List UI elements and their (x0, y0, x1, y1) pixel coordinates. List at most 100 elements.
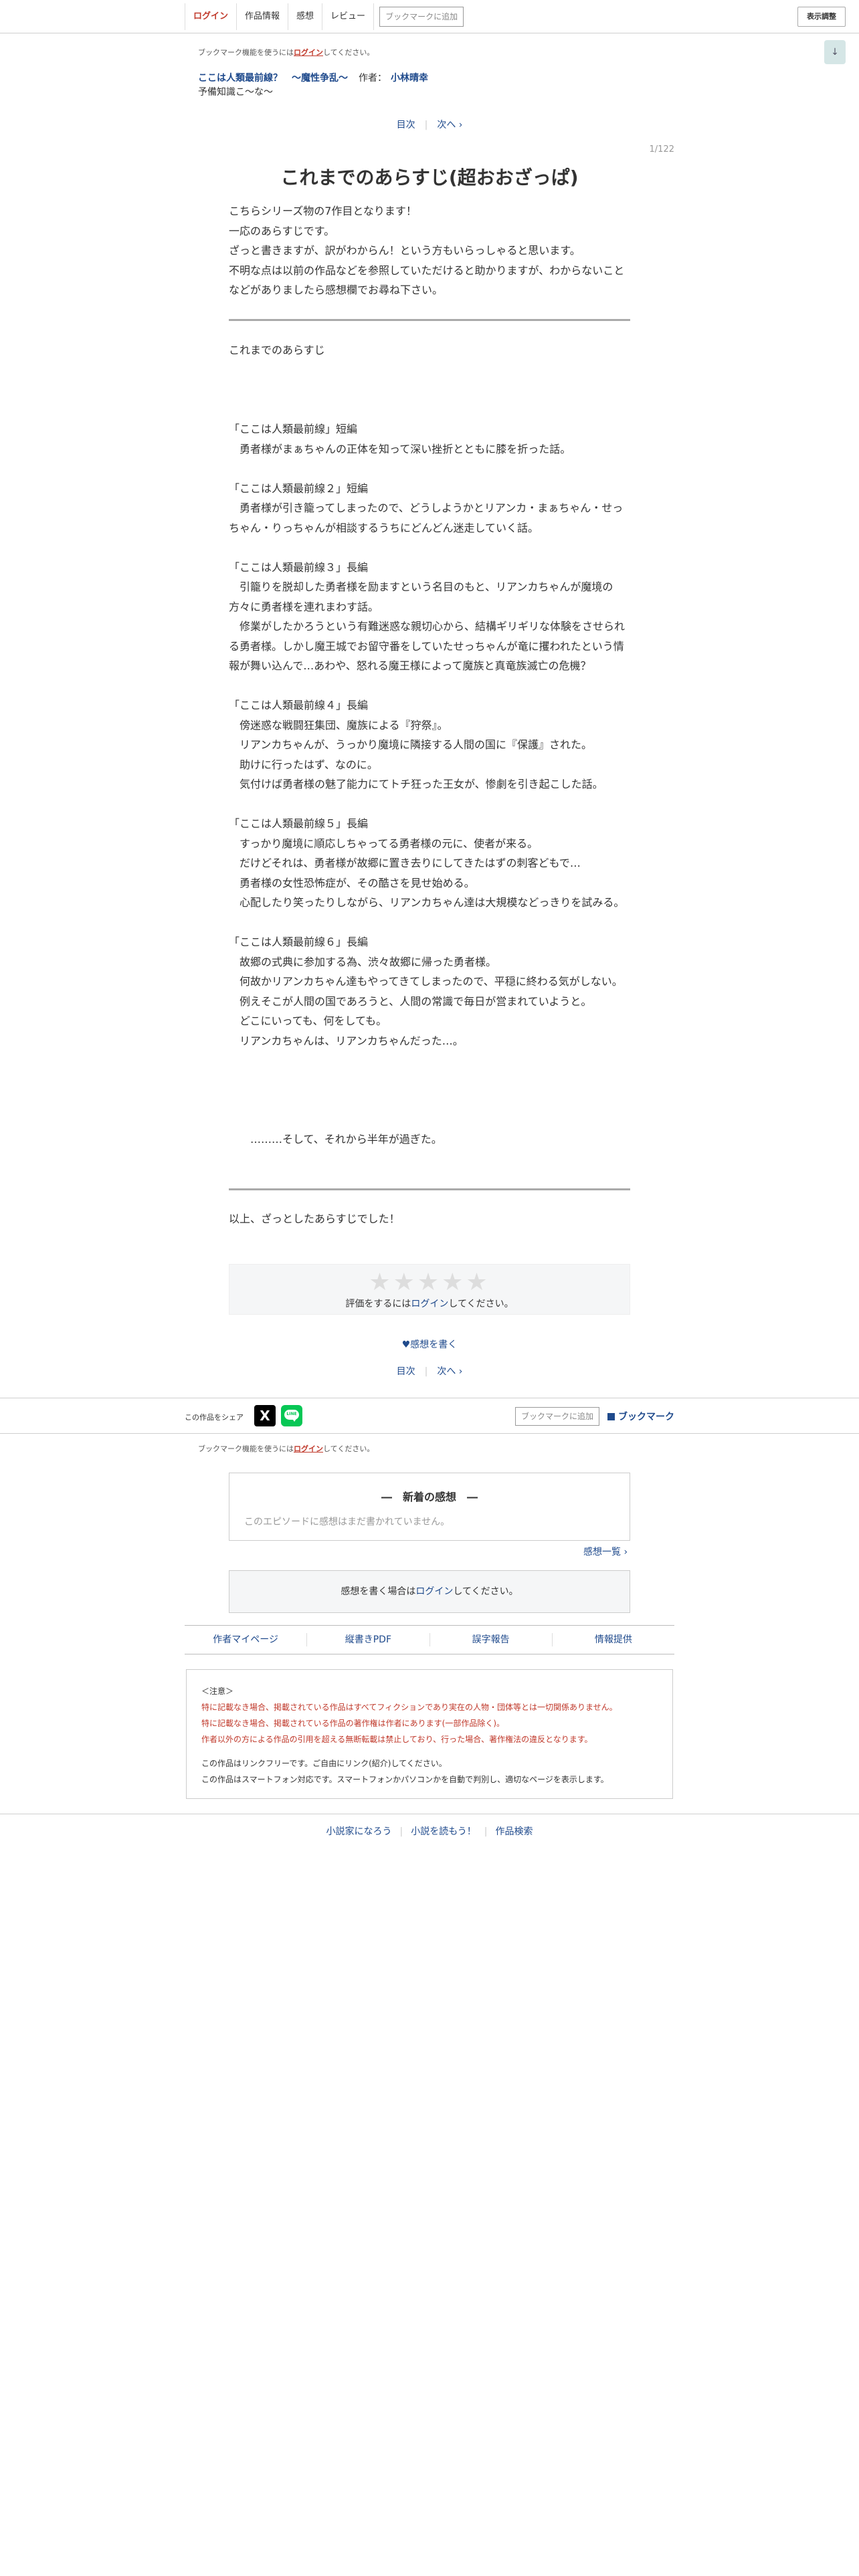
toc-link[interactable]: 目次 (387, 120, 425, 130)
notice-title: ＜注意＞ (201, 1687, 234, 1696)
body-line: ………そして、それから半年が過ぎた。 (229, 1133, 442, 1146)
notice-line: 作者以外の方による作品の引用を超える無断転載は禁止しており、行った場合、著作権法… (201, 1735, 593, 1744)
body-line: リアンカちゃんは、リアンカちゃんだった…。 (229, 1034, 464, 1047)
preface-line: こちらシリーズ物の7作目となります！ (229, 205, 417, 217)
body-line: だけどそれは、勇者様が故郷に置き去りにしてきたはずの刺客どもで… (229, 857, 581, 869)
body-line: 「ここは人類最前線２」短編 (229, 481, 369, 495)
nav-impressions[interactable]: 感想 (288, 3, 323, 30)
episode-body: これまでのあらすじ 「ここは人類最前線」短編 勇者様がまぁちゃんの正体を知って深い… (229, 340, 630, 1150)
impressions-list-link[interactable]: 感想一覧 › (583, 1545, 628, 1558)
preface-line: 不明な点は以前の作品などを参照していただけると助かりますが、わからないこと (229, 263, 625, 277)
rating-stars[interactable]: ★★★★★ (229, 1269, 630, 1296)
body-line: 報が舞い込んで…あわや、怒れる魔王様によって魔族と真竜族滅亡の危機？ (229, 659, 591, 672)
body-line: これまでのあらすじ (229, 344, 325, 356)
author-link[interactable]: 小林晴幸 (391, 73, 428, 84)
bookmark-add-button[interactable]: ブックマークに追加 (379, 7, 464, 27)
body-line: すっかり魔境に順応しちゃってる勇者様の元に、使者が来る。 (229, 837, 539, 850)
body-line: 勇者様が引き籠ってしまったので、どうしようかとリアンカ・まぁちゃん・せっ (229, 502, 624, 514)
body-line: ちゃん・りっちゃんが相談するうちにどんどん迷走していく話。 (229, 521, 539, 534)
impression-login-box: 感想を書く場合はログインしてください。 (229, 1570, 630, 1613)
top-header: ログイン 作品情報 感想 レビュー ブックマークに追加 表示調整 (0, 0, 859, 33)
bookmark-icon (607, 1413, 615, 1420)
divider (229, 319, 630, 321)
body-line (229, 380, 630, 400)
body-line: 例えそこが人間の国であろうと、人間の常識で毎日が営まれていようと。 (229, 994, 592, 1008)
afterword: 以上、ざっとしたあらすじでした！ (229, 1209, 630, 1229)
author-mypage-link[interactable]: 作者マイページ (185, 1633, 308, 1646)
body-line: 故郷の式典に参加する為、渋々故郷に帰った勇者様。 (229, 955, 497, 968)
write-impression-link[interactable]: ♥感想を書く (0, 1337, 859, 1351)
body-line: 気付けば勇者様の魅了能力にてトチ狂った王女が、惨劇を引き起こした話。 (229, 778, 603, 790)
page-counter: 1/122 (649, 144, 674, 154)
typo-report-link[interactable]: 誤字報告 (430, 1633, 553, 1646)
body-line (229, 676, 630, 696)
body-line: る勇者様。しかし魔王城でお留守番をしていたせっちゃんが竜に攫われたという情 (229, 639, 624, 653)
pager-bottom: 目次 | 次へ › (0, 1364, 859, 1378)
yomou-link[interactable]: 小説を読もう！ (403, 1826, 484, 1837)
impression-login-link[interactable]: ログイン (415, 1586, 453, 1597)
body-line (229, 400, 630, 420)
scroll-down-icon[interactable]: ↓ (824, 40, 846, 64)
pager-top: 目次 | 次へ › (0, 118, 859, 131)
series-info: ここは人類最前線？ ～魔性争乱～ 作者： 小林晴幸 (198, 71, 428, 84)
body-line: リアンカちゃんが、うっかり魔境に隣接する人間の国に『保護』された。 (229, 738, 593, 751)
rating-login-link[interactable]: ログイン (411, 1299, 448, 1309)
login-link[interactable]: ログイン (185, 3, 237, 30)
body-line: 方々に勇者様を連れまわす話。 (229, 600, 379, 613)
body-line: 引籠りを脱却した勇者様を励ますという名目のもと、リアンカちゃんが魔境の (229, 580, 613, 593)
body-line (229, 1071, 630, 1091)
preface-line: ざっと書きますが、訳がわからん！という方もいらっしゃると思います。 (229, 244, 581, 257)
syosetu-link[interactable]: 小説家になろう (318, 1826, 399, 1837)
body-line: 心配したり笑ったりしながら、リアンカちゃん達は大規模などっきりを試みる。 (229, 896, 625, 909)
site-links: 小説家になろう | 小説を読もう！ | 作品検索 (0, 1824, 859, 1838)
preface: こちらシリーズ物の7作目となります！ 一応のあらすじです。 ざっと書きますが、訳… (229, 201, 630, 300)
notice-line: 特に記載なき場合、掲載されている作品はすべてフィクションであり実在の人物・団体等… (201, 1703, 617, 1712)
series-title-link[interactable]: ここは人類最前線？ ～魔性争乱～ (198, 73, 348, 84)
nav-work-info[interactable]: 作品情報 (237, 3, 289, 30)
preface-line: などがありましたら感想欄でお尋ね下さい。 (229, 284, 444, 296)
rating-box: ★★★★★ 評価をするにはログインしてください。 (229, 1264, 630, 1315)
body-line: 「ここは人類最前線」短編 (229, 423, 358, 435)
next-link[interactable]: 次へ › (427, 1366, 472, 1377)
share-label: この作品をシェア (185, 1413, 244, 1422)
share-bar: この作品をシェア X LINE ブックマークに追加 ブックマーク (0, 1398, 859, 1434)
preface-line: 一応のあらすじです。 (229, 224, 335, 237)
chapter-subtitle: 予備知識こ～な～ (198, 87, 273, 98)
body-line: どこにいっても、何をしても。 (229, 1014, 387, 1027)
vertical-pdf-link[interactable]: 縦書きPDF (307, 1633, 430, 1646)
info-report-link[interactable]: 情報提供 (553, 1633, 674, 1646)
body-line (229, 459, 630, 479)
author-label: 作者： (359, 73, 387, 84)
bookmark-note-login-link[interactable]: ログイン (294, 48, 323, 57)
body-line: 「ここは人類最前線３」長編 (229, 560, 369, 574)
body-line: 修業がしたかろうという有難迷惑な親切心から、結構ギリギリな体験をさせられ (229, 620, 626, 633)
afterword-line: 以上、ざっとしたあらすじでした！ (229, 1212, 400, 1225)
bookmark-note-login-link[interactable]: ログイン (294, 1444, 323, 1453)
episode-title: これまでのあらすじ(超おおざっぱ) (280, 167, 579, 189)
notice-box: ＜注意＞ 特に記載なき場合、掲載されている作品はすべてフィクションであり実在の人… (186, 1669, 673, 1799)
rating-login-note: 評価をするにはログインしてください。 (345, 1299, 514, 1309)
display-settings-button[interactable]: 表示調整 (797, 7, 846, 27)
latest-impressions-title: ― 新着の感想 ― (381, 1491, 478, 1503)
next-link[interactable]: 次へ › (427, 120, 472, 130)
body-line: 傍迷惑な戦闘狂集団、魔族による『狩祭』。 (229, 718, 448, 732)
latest-impressions: ― 新着の感想 ― このエピソードに感想はまだ書かれていません。 (229, 1473, 630, 1541)
work-search-link[interactable]: 作品検索 (488, 1826, 541, 1837)
body-line: 「ここは人類最前線６」長編 (229, 936, 369, 948)
bookmark-button[interactable]: ブックマーク (607, 1410, 674, 1423)
line-share-icon[interactable]: LINE (281, 1405, 302, 1426)
body-line (229, 1110, 630, 1130)
bookmark-add-button[interactable]: ブックマークに追加 (515, 1407, 599, 1426)
body-line: 勇者様の女性恐怖症が、その酷さを見せ始める。 (229, 876, 475, 889)
x-share-icon[interactable]: X (254, 1405, 276, 1426)
nav-reviews[interactable]: レビュー (322, 3, 375, 30)
notice-line: この作品はリンクフリーです。ご自由にリンク(紹介)してください。 (201, 1759, 447, 1768)
body-line (229, 360, 630, 381)
body-line (229, 1090, 630, 1110)
bookmark-note: ブックマーク機能を使うにはログインしてください。 (198, 48, 375, 57)
body-line (229, 538, 630, 558)
bookmark-note: ブックマーク機能を使うにはログインしてください。 (198, 1444, 375, 1453)
notice-line: 特に記載なき場合、掲載されている作品の著作権は作者にあります(一部作品除く)。 (201, 1719, 505, 1728)
body-line (229, 913, 630, 933)
toc-link[interactable]: 目次 (387, 1366, 425, 1377)
